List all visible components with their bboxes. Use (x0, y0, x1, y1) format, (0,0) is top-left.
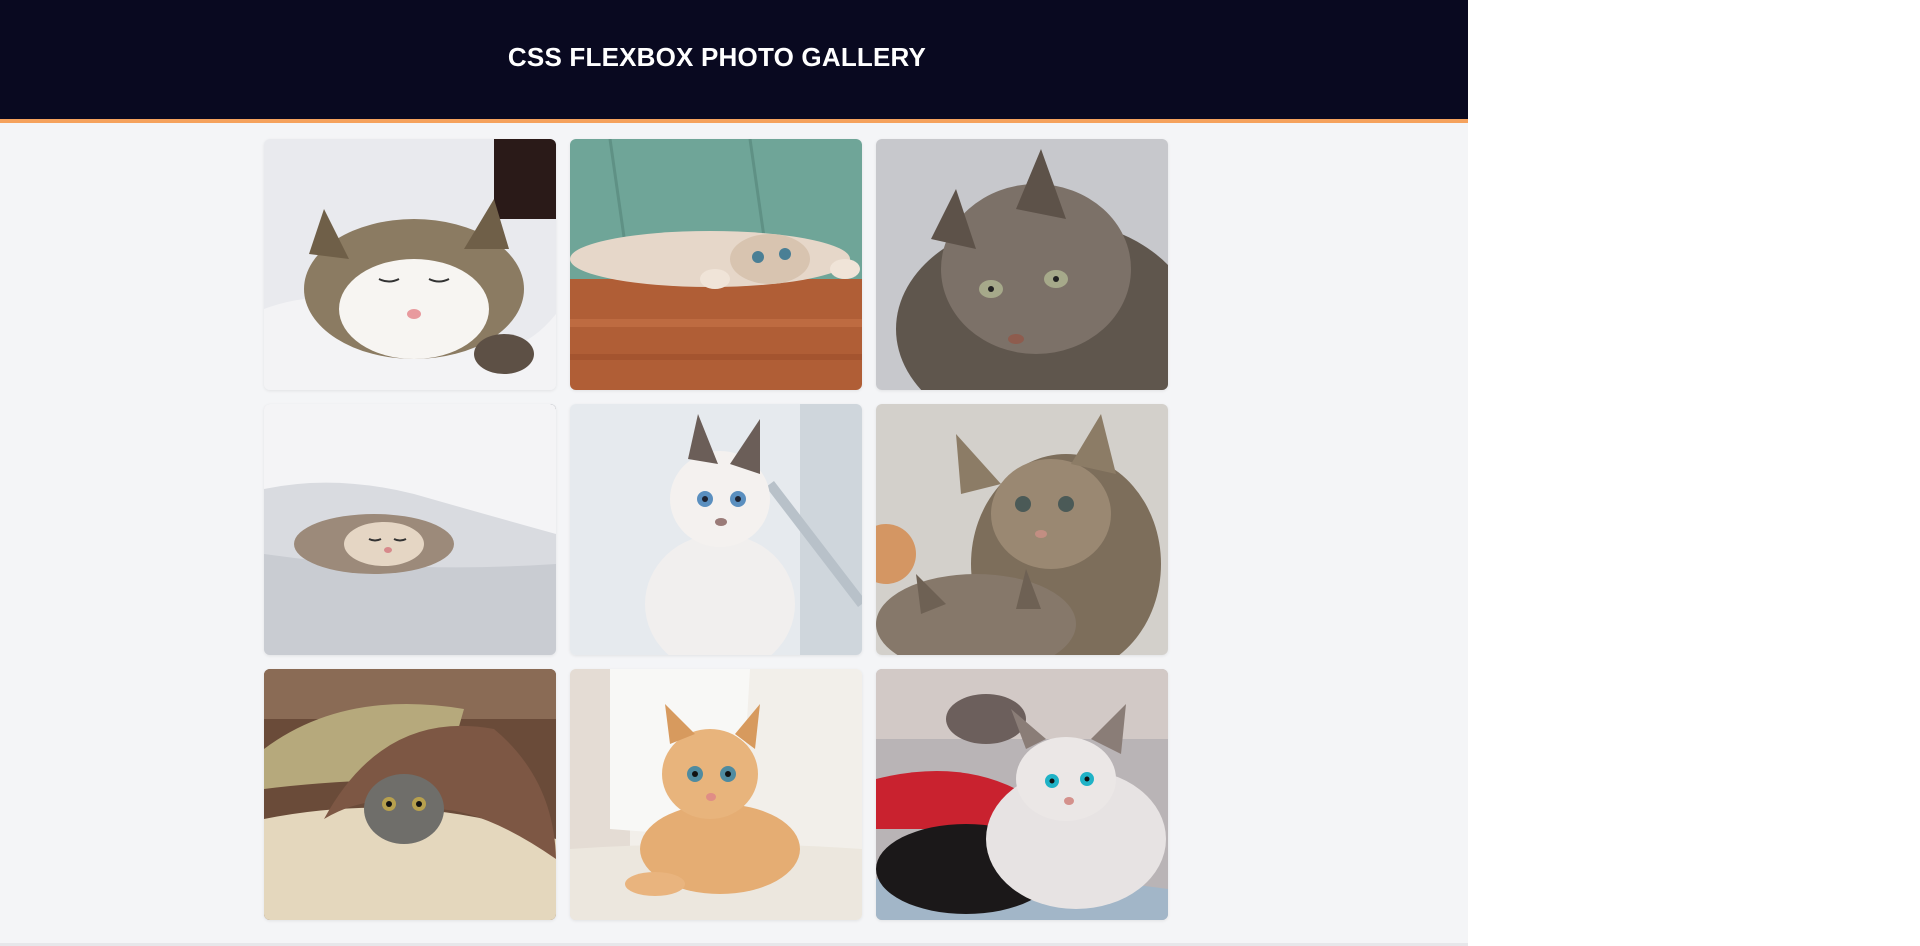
gallery-photo-1[interactable] (264, 139, 556, 390)
page-title: CSS FLEXBOX PHOTO GALLERY (507, 42, 927, 72)
cat-photo-image (264, 669, 556, 920)
photo-gallery (264, 139, 1170, 920)
cat-photo-image (570, 404, 862, 655)
site-header: CSS FLEXBOX PHOTO GALLERY (0, 0, 1468, 123)
gallery-photo-5[interactable] (570, 404, 862, 655)
cat-photo-image (876, 404, 1168, 655)
cat-photo-image (876, 669, 1168, 920)
gallery-photo-3[interactable] (876, 139, 1168, 390)
gallery-photo-4[interactable] (264, 404, 556, 655)
cat-photo-image (570, 669, 862, 920)
cat-photo-image (876, 139, 1168, 390)
cat-photo-image (570, 139, 862, 390)
gallery-photo-7[interactable] (264, 669, 556, 920)
gallery-photo-8[interactable] (570, 669, 862, 920)
gallery-photo-9[interactable] (876, 669, 1168, 920)
gallery-photo-6[interactable] (876, 404, 1168, 655)
cat-photo-image (264, 404, 556, 655)
gallery-photo-2[interactable] (570, 139, 862, 390)
page-background: CSS FLEXBOX PHOTO GALLERY (0, 0, 1468, 946)
cat-photo-image (264, 139, 556, 390)
